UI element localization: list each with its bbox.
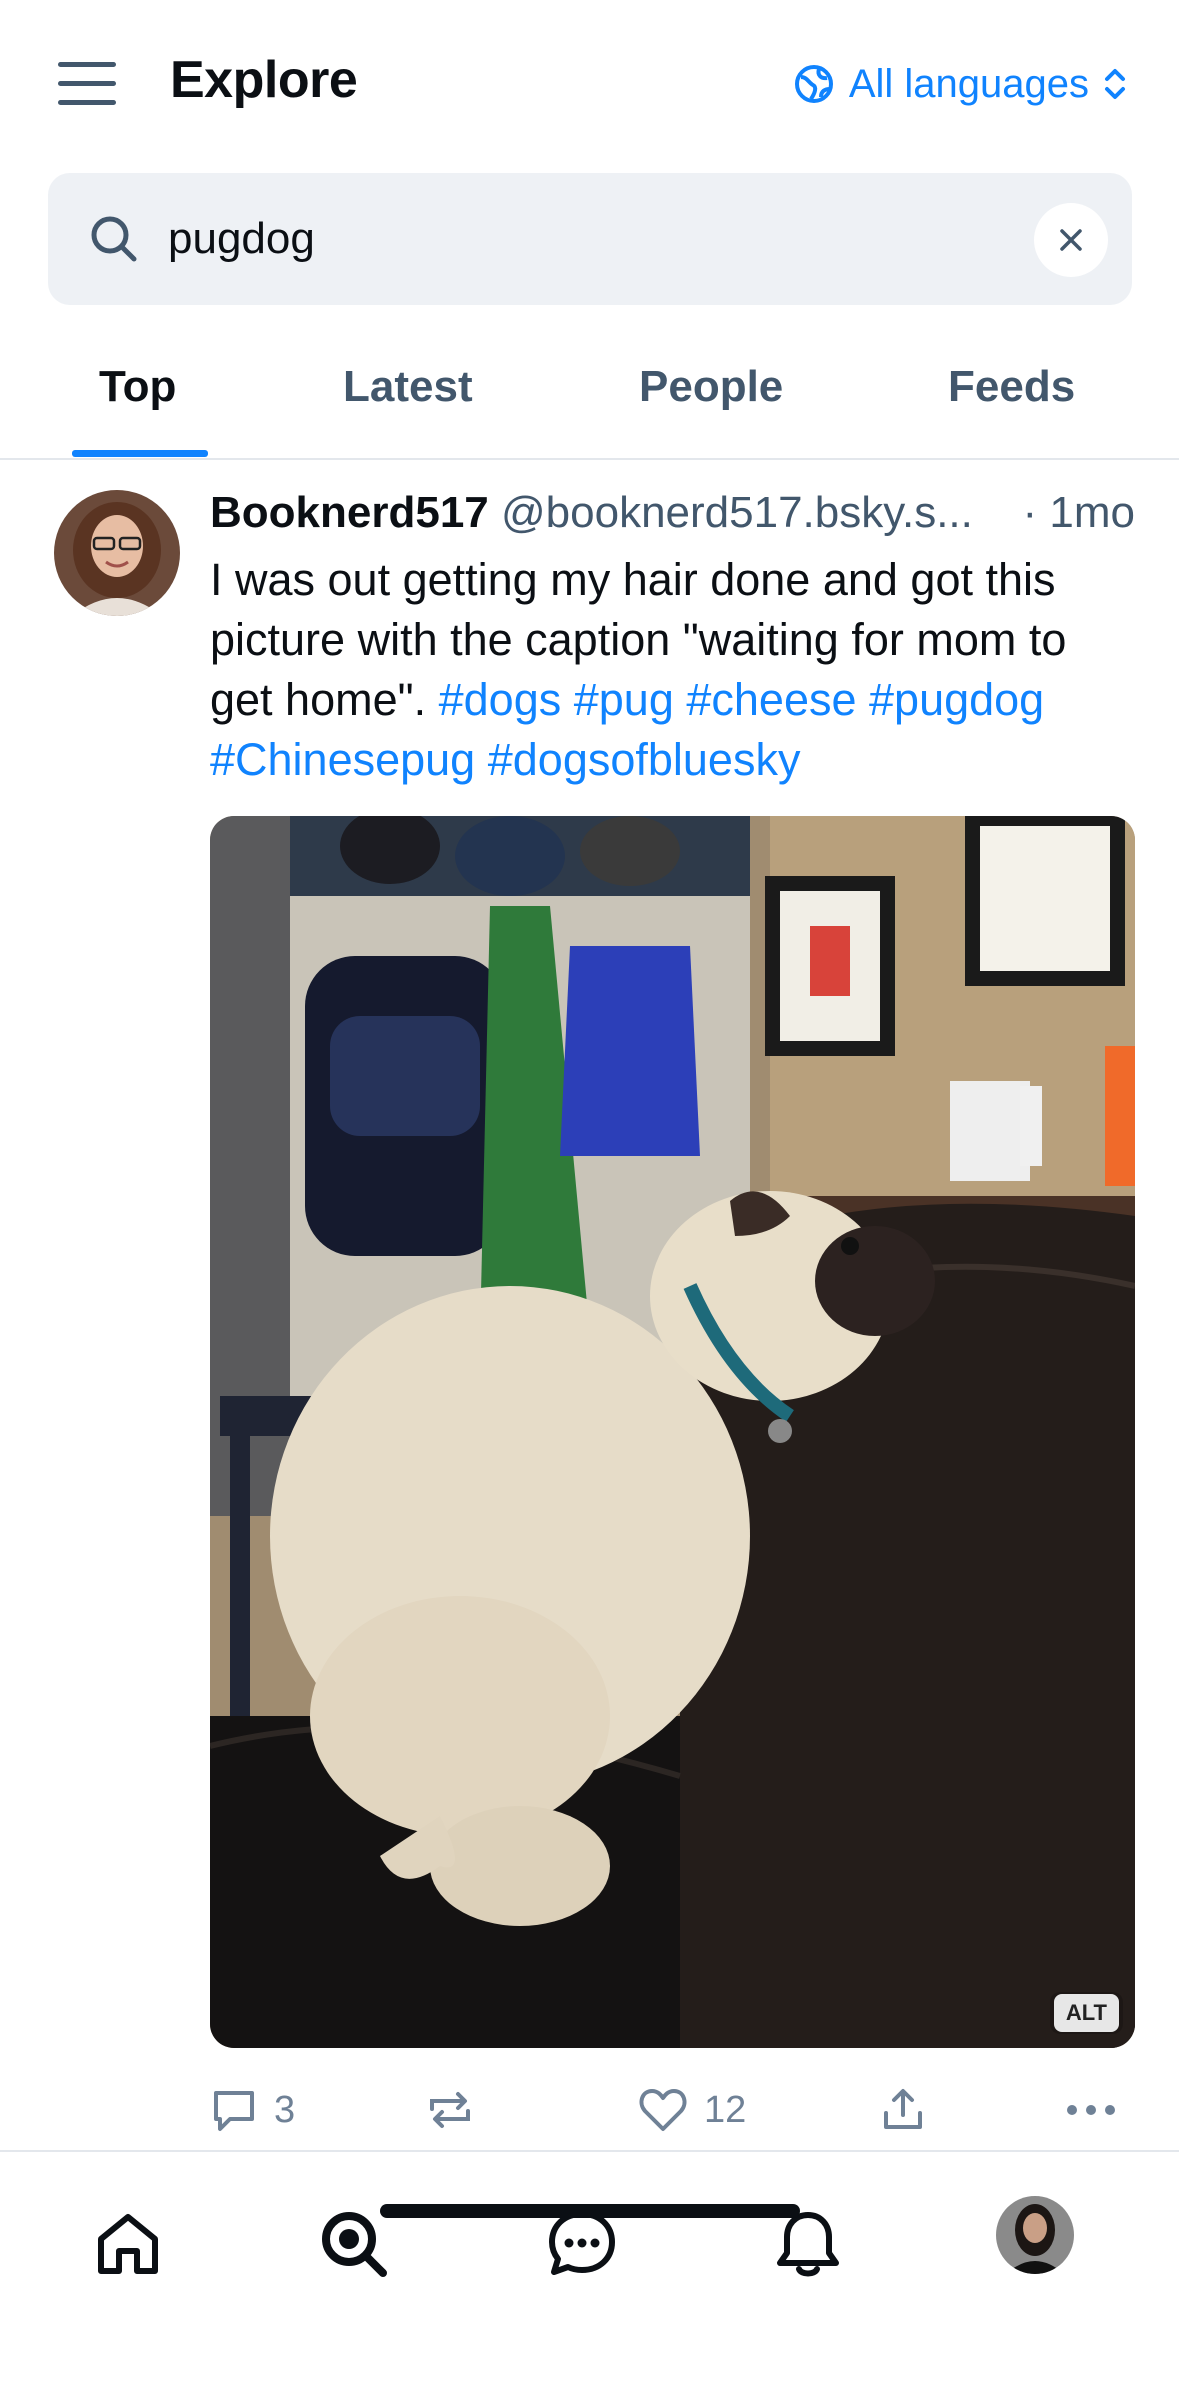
active-tab-indicator — [72, 450, 208, 457]
close-icon — [1060, 229, 1082, 251]
search-icon — [91, 216, 137, 262]
author-display-name[interactable]: Booknerd517 — [210, 488, 489, 537]
post-action-bar: 3 12 — [0, 2070, 1179, 2150]
share-icon — [884, 2089, 922, 2129]
search-input[interactable] — [168, 203, 1048, 275]
more-options-button[interactable] — [1066, 2070, 1116, 2150]
like-button[interactable]: 12 — [638, 2070, 746, 2150]
reply-button[interactable]: 3 — [210, 2070, 295, 2150]
chevron-up-down-icon — [1105, 69, 1125, 99]
speech-bubble-icon — [214, 2091, 254, 2131]
hashtag-pugdog[interactable]: #pugdog — [869, 674, 1044, 725]
tab-latest[interactable]: Latest — [343, 362, 473, 412]
post-header: Booknerd517 @booknerd517.bsky.s... — [210, 488, 1135, 538]
post-item[interactable]: Booknerd517 @booknerd517.bsky.s... · 1mo… — [0, 460, 1179, 2152]
page-title: Explore — [170, 51, 358, 109]
hashtag-chinesepug[interactable]: #Chinesepug — [210, 734, 475, 785]
nav-profile-avatar[interactable] — [996, 2196, 1074, 2274]
like-count: 12 — [704, 2088, 747, 2131]
post-text: I was out getting my hair done and got t… — [210, 550, 1140, 790]
clear-search-button[interactable] — [1034, 203, 1108, 277]
hashtag-dogsofbluesky[interactable]: #dogsofbluesky — [488, 734, 801, 785]
post-image[interactable]: ALT — [210, 816, 1135, 2048]
post-timestamp[interactable]: · 1mo — [1022, 488, 1135, 538]
bottom-navigation — [0, 2154, 1179, 2396]
tab-people[interactable]: People — [639, 362, 783, 412]
chat-icon — [549, 2211, 615, 2275]
hamburger-menu-icon[interactable] — [56, 60, 120, 108]
hashtag-pug[interactable]: #pug — [574, 674, 674, 725]
share-button[interactable] — [880, 2070, 926, 2150]
hashtag-dogs[interactable]: #dogs — [439, 674, 562, 725]
nav-home[interactable] — [78, 2194, 178, 2294]
repost-icon — [430, 2092, 470, 2128]
author-handle[interactable]: @booknerd517.bsky.s... — [501, 488, 973, 537]
reply-count: 3 — [274, 2088, 296, 2131]
tab-top[interactable]: Top — [99, 362, 176, 412]
heart-icon — [639, 2089, 687, 2131]
repost-button[interactable] — [426, 2070, 490, 2150]
header-bar: Explore All languages — [0, 0, 1179, 165]
search-bar — [48, 173, 1132, 305]
avatar[interactable] — [54, 490, 180, 616]
language-selector-label: All languages — [848, 61, 1089, 106]
more-dots-icon — [1067, 2105, 1115, 2115]
language-selector-button[interactable]: All languages — [793, 56, 1127, 112]
tab-feeds[interactable]: Feeds — [948, 362, 1075, 412]
search-icon — [322, 2212, 387, 2277]
search-tabs: Top Latest People Feeds — [0, 340, 1179, 460]
bell-icon — [777, 2212, 839, 2277]
home-icon — [98, 2214, 158, 2274]
alt-badge-label: ALT — [1053, 1994, 1119, 2032]
alt-text-badge[interactable]: ALT — [1049, 1992, 1123, 2034]
hashtag-cheese[interactable]: #cheese — [686, 674, 856, 725]
globe-icon — [794, 65, 833, 103]
home-indicator — [380, 2204, 800, 2218]
